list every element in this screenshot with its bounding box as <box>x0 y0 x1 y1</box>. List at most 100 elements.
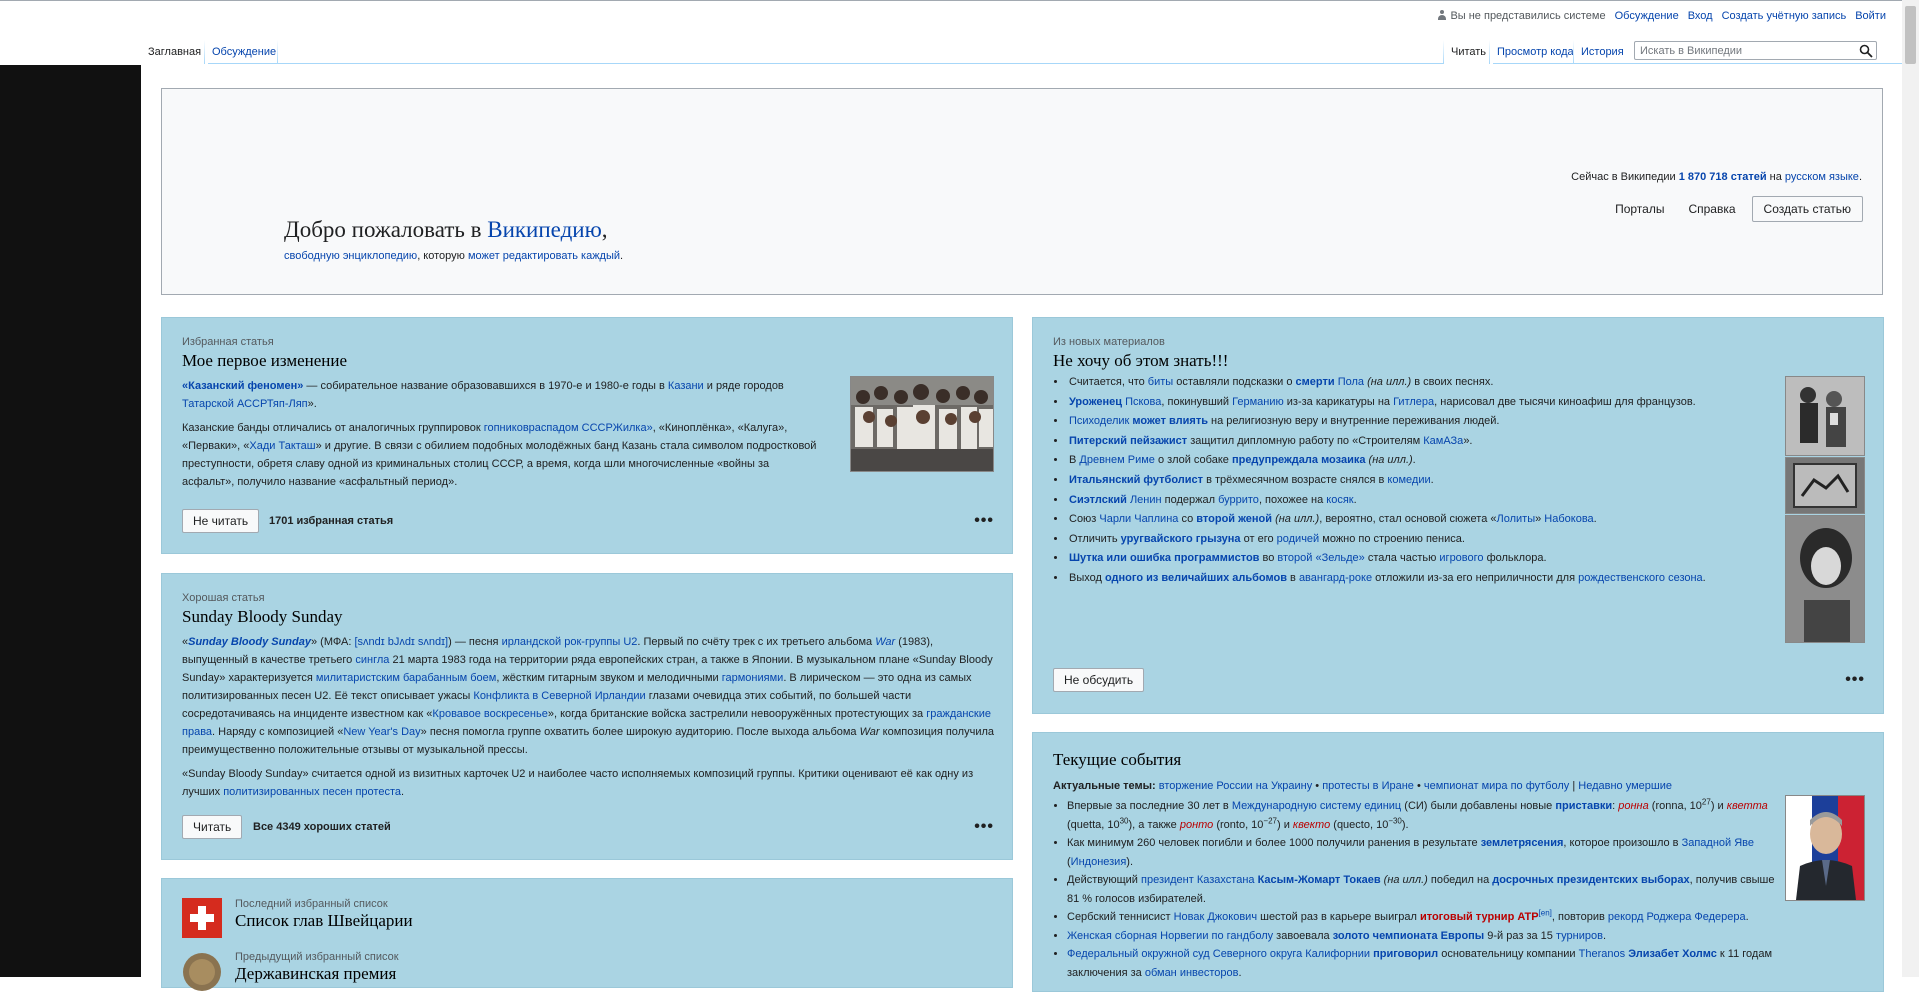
list-link[interactable]: приставки <box>1555 800 1612 812</box>
tab-read[interactable]: Читать <box>1444 40 1494 64</box>
list-link[interactable]: досрочных президентских выборах <box>1492 874 1689 886</box>
featured-title[interactable]: Мое первое изменение <box>182 351 347 371</box>
featured-more-button[interactable]: ••• <box>974 512 994 530</box>
list-link[interactable]: Сиэтлский <box>1069 494 1127 506</box>
current-events-title[interactable]: Текущие события <box>1053 750 1181 770</box>
list-link[interactable]: родичей <box>1277 533 1320 545</box>
list-link[interactable]: Женская сборная Норвегии по гандболу <box>1067 930 1273 942</box>
list-link[interactable]: Западной Яве <box>1682 837 1754 849</box>
anyone-can-edit-link[interactable]: может редактировать каждый <box>468 250 620 262</box>
free-encyclopedia-link[interactable]: свободную энциклопедию <box>284 250 417 262</box>
gopniks-link[interactable]: гопниковраспадом СССРЖилка» <box>484 422 653 434</box>
list-link[interactable]: кветта <box>1727 800 1768 812</box>
good-read-button[interactable]: Читать <box>182 815 243 839</box>
russian-language-link[interactable]: русском языке <box>1785 171 1859 183</box>
recently-deceased-link[interactable]: Недавно умершие <box>1578 780 1672 792</box>
list-link[interactable]: смерти <box>1296 376 1335 388</box>
militaristic-drum-link[interactable]: милитаристским барабанным боем <box>316 672 496 684</box>
list-link[interactable]: Питерский пейзажист <box>1069 435 1187 447</box>
list-link[interactable]: Новак Джокович <box>1174 911 1257 923</box>
harmonies-link[interactable]: гармониями <box>722 672 784 684</box>
list-link[interactable]: Древнем Риме <box>1079 454 1155 466</box>
list-link[interactable]: может влиять <box>1132 415 1208 427</box>
list-link[interactable]: рождественского сезона <box>1578 572 1703 584</box>
u2-link[interactable]: ирландской рок-группы U2 <box>502 636 638 648</box>
featured-image[interactable] <box>850 376 994 472</box>
list-link[interactable]: Шутка или ошибка программистов <box>1069 552 1259 564</box>
list-link[interactable]: КамАЗа <box>1423 435 1463 447</box>
list-link[interactable]: турниров <box>1556 930 1603 942</box>
bloody-sunday-link[interactable]: Кровавое воскресенье <box>432 708 547 720</box>
war-album-link[interactable]: War <box>875 636 895 648</box>
scrollbar[interactable] <box>1902 0 1919 977</box>
list-link[interactable]: биты <box>1148 376 1173 388</box>
article-count-link[interactable]: 1 870 718 статей <box>1679 171 1767 183</box>
dyk-discuss-button[interactable]: Не обсудить <box>1053 668 1145 692</box>
kazan-phenomenon-link[interactable]: «Казанский феномен» <box>182 380 303 392</box>
list-link[interactable]: Касым-Жомарт Токаев <box>1258 874 1381 886</box>
list-link[interactable]: Психоделик <box>1069 415 1129 427</box>
kazan-link[interactable]: Казани <box>668 380 704 392</box>
tab-main-page[interactable]: Заглавная <box>141 40 209 64</box>
list-link[interactable]: Чарли Чаплина <box>1099 513 1178 525</box>
list-link[interactable]: буррито <box>1218 494 1259 506</box>
topic-link-worldcup[interactable]: чемпионат мира по футболу <box>1424 780 1569 792</box>
topic-link-iran[interactable]: протесты в Иране <box>1322 780 1414 792</box>
contributions-link[interactable]: Вход <box>1688 10 1713 22</box>
tab-view-source[interactable]: Просмотр кода <box>1490 40 1581 64</box>
topic-link-ukraine[interactable]: вторжение России на Украину <box>1159 780 1312 792</box>
help-button[interactable]: Справка <box>1680 198 1743 220</box>
list-link[interactable]: Итальянский футболист <box>1069 474 1203 486</box>
list-link[interactable]: [en] <box>1539 908 1552 917</box>
featured-count[interactable]: 1701 избранная статья <box>269 515 393 527</box>
list-link[interactable]: Гитлера <box>1393 396 1434 408</box>
list-link[interactable]: косяк <box>1326 494 1353 506</box>
list-link[interactable]: Лолиты <box>1497 513 1536 525</box>
beatles-photo[interactable] <box>1785 376 1865 456</box>
northern-ireland-conflict-link[interactable]: Конфликта в Северной Ирландии <box>473 690 645 702</box>
sunday-bloody-sunday-link[interactable]: Sunday Bloody Sunday <box>188 636 311 648</box>
good-more-button[interactable]: ••• <box>974 818 994 836</box>
list-link[interactable]: Федеральный окружной суд Северного округ… <box>1067 948 1370 960</box>
list-link[interactable]: одного из величайших альбомов <box>1105 572 1287 584</box>
switzerland-flag-icon[interactable] <box>182 898 222 938</box>
mosaic-photo[interactable] <box>1785 457 1865 514</box>
portals-button[interactable]: Порталы <box>1607 198 1672 220</box>
list-link[interactable]: комедии <box>1387 474 1430 486</box>
medal-icon[interactable] <box>182 952 222 992</box>
good-count[interactable]: Все 4349 хороших статей <box>253 821 391 833</box>
good-title[interactable]: Sunday Bloody Sunday <box>182 607 343 627</box>
last-list-title[interactable]: Список глав Швейцарии <box>235 911 413 931</box>
talk-link[interactable]: Обсуждение <box>1615 10 1679 22</box>
list-link[interactable]: уругвайского грызуна <box>1121 533 1241 545</box>
list-link[interactable]: Ленин <box>1130 494 1162 506</box>
tatar-assr-link[interactable]: Татарской АССРТяп-Ляп <box>182 398 308 410</box>
list-link[interactable]: Международную систему единиц <box>1232 800 1401 812</box>
list-link[interactable]: ронна <box>1618 800 1648 812</box>
list-link[interactable]: Уроженец <box>1069 396 1122 408</box>
list-link[interactable]: авангард-роке <box>1299 572 1372 584</box>
ipa-link[interactable]: [sʌndɪ bJʌdɪ sʌndɪ] <box>354 636 448 648</box>
prev-list-title[interactable]: Державинская премия <box>235 964 396 984</box>
tokayev-photo[interactable] <box>1785 795 1865 901</box>
list-link[interactable]: ронто <box>1180 819 1213 831</box>
list-link[interactable]: золото чемпионата Европы <box>1333 930 1484 942</box>
list-link[interactable]: Пола <box>1338 376 1364 388</box>
dyk-more-button[interactable]: ••• <box>1845 671 1865 689</box>
featured-read-button[interactable]: Не читать <box>182 509 260 533</box>
search-icon[interactable] <box>1859 44 1873 58</box>
list-link[interactable]: предупреждала мозаика <box>1232 454 1366 466</box>
list-link[interactable]: второй «Зельде» <box>1277 552 1364 564</box>
list-link[interactable]: Пскова <box>1125 396 1161 408</box>
tab-discussion[interactable]: Обсуждение <box>205 40 283 64</box>
hadi-taktash-link[interactable]: Хади Такташ <box>249 440 315 452</box>
list-link[interactable]: Индонезия <box>1071 856 1127 868</box>
search-input[interactable] <box>1635 42 1855 59</box>
protest-songs-link[interactable]: политизированных песен протеста <box>223 786 401 798</box>
tab-history[interactable]: История <box>1574 40 1631 64</box>
portrait-photo[interactable] <box>1785 515 1865 643</box>
list-link[interactable]: Элизабет Холмс <box>1628 948 1717 960</box>
wikipedia-link[interactable]: Википедию <box>487 217 602 242</box>
create-article-button[interactable]: Создать статью <box>1751 196 1863 222</box>
list-link[interactable]: Германию <box>1232 396 1284 408</box>
